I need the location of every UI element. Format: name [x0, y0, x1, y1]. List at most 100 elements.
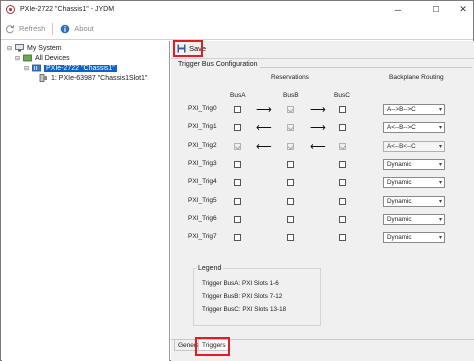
tree-item-all-devices[interactable]: ⊟ All Devices [14, 53, 70, 63]
collapse-icon[interactable]: ⊟ [14, 55, 21, 62]
bus-c-checkbox[interactable] [339, 106, 346, 113]
module-icon [39, 74, 48, 82]
bus-c-checkbox[interactable] [339, 143, 346, 150]
close-button[interactable]: ✕ [449, 1, 474, 18]
chevron-down-icon: ▾ [438, 144, 442, 150]
bus-b-checkbox[interactable] [287, 124, 294, 131]
bus-c-checkbox[interactable] [339, 198, 346, 205]
refresh-icon [5, 24, 15, 34]
computer-icon [15, 44, 24, 52]
panel-separator [171, 58, 474, 59]
tree-item-label: 1: PXIe-63987 "Chassis1Slot1" [51, 74, 148, 82]
legend-item: Trigger BusA: PXI Slots 1-6 [202, 280, 279, 287]
triggers-tab-highlight-outline [195, 337, 230, 356]
bus-a-checkbox[interactable] [234, 106, 241, 113]
bus-b-checkbox[interactable] [287, 143, 294, 150]
trigger-row-label: PXI_Trig4 [188, 178, 217, 185]
tree-item-label: All Devices [35, 54, 70, 62]
backplane-routing-dropdown[interactable]: A-->B-->C ▾ [383, 104, 445, 115]
backplane-routing-dropdown[interactable]: Dynamic ▾ [383, 196, 445, 207]
tree-item-slot1-module[interactable]: 1: PXIe-63987 "Chassis1Slot1" [39, 73, 147, 83]
chevron-down-icon: ▾ [438, 180, 442, 186]
devices-icon [23, 54, 32, 62]
legend-title: Legend [196, 265, 224, 272]
legend-item: Trigger BusB: PXI Slots 7-12 [202, 293, 283, 300]
bus-b-checkbox[interactable] [287, 161, 294, 168]
bus-b-checkbox[interactable] [287, 198, 294, 205]
route-arrow-icon: ⟶ [310, 122, 326, 134]
dropdown-value: A<--B<--C [387, 143, 416, 150]
route-arrow-icon: ⟵ [256, 141, 272, 153]
bus-a-checkbox[interactable] [234, 143, 241, 150]
backplane-routing-dropdown[interactable]: Dynamic ▾ [383, 159, 445, 170]
bus-a-checkbox[interactable] [234, 179, 241, 186]
group-title: Trigger Bus Configuration [176, 61, 260, 68]
dropdown-value: Dynamic [387, 198, 412, 205]
chevron-down-icon: ▾ [438, 217, 442, 223]
maximize-button[interactable]: ☐ [422, 1, 450, 18]
bus-a-header: BusA [230, 92, 246, 99]
collapse-icon[interactable]: ⊟ [6, 45, 13, 52]
bus-c-checkbox[interactable] [339, 234, 346, 241]
legend-item: Trigger BusC: PXI Slots 13-18 [202, 306, 287, 313]
tree-item-chassis1[interactable]: ⊟ PXIe-2722 "Chassis1" [23, 63, 117, 73]
tree-item-label: My System [27, 44, 62, 52]
bus-c-checkbox[interactable] [339, 216, 346, 223]
bus-b-checkbox[interactable] [287, 234, 294, 241]
trigger-row-label: PXI_Trig7 [188, 233, 217, 240]
bus-b-checkbox[interactable] [287, 179, 294, 186]
tree-item-label: PXIe-2722 "Chassis1" [44, 64, 117, 72]
chassis-icon [32, 64, 41, 72]
bus-a-checkbox[interactable] [234, 124, 241, 131]
dropdown-value: Dynamic [387, 216, 412, 223]
info-icon [60, 24, 70, 34]
application-window: PXIe-2722 "Chassis1" - JYDM ─ ☐ ✕ Refres… [0, 0, 474, 361]
bus-c-checkbox[interactable] [339, 179, 346, 186]
save-highlight-outline [173, 40, 203, 57]
chevron-down-icon: ▾ [438, 162, 442, 168]
backplane-routing-dropdown[interactable]: Dynamic ▾ [383, 177, 445, 188]
bus-b-header: BusB [283, 92, 299, 99]
bus-a-checkbox[interactable] [234, 234, 241, 241]
trigger-row-label: PXI_Trig2 [188, 142, 217, 149]
about-label: About [74, 24, 94, 33]
reservations-header: Reservations [271, 74, 309, 81]
bus-b-checkbox[interactable] [287, 106, 294, 113]
trigger-row-label: PXI_Trig6 [188, 215, 217, 222]
collapse-icon[interactable]: ⊟ [23, 65, 30, 72]
dropdown-value: Dynamic [387, 161, 412, 168]
chevron-down-icon: ▾ [438, 125, 442, 131]
dropdown-value: Dynamic [387, 234, 412, 241]
app-logo-icon [6, 5, 15, 14]
toolbar: Refresh About [1, 18, 473, 40]
minimize-button[interactable]: ─ [384, 1, 412, 18]
bus-c-checkbox[interactable] [339, 161, 346, 168]
route-arrow-icon: ⟵ [310, 141, 326, 153]
trigger-row-label: PXI_Trig1 [188, 123, 217, 130]
about-button[interactable]: About [56, 20, 98, 38]
route-arrow-icon: ⟶ [310, 104, 326, 116]
dropdown-value: Dynamic [387, 179, 412, 186]
tree-item-my-system[interactable]: ⊟ My System [6, 43, 62, 53]
bus-a-checkbox[interactable] [234, 198, 241, 205]
device-tree: ⊟ My System ⊟ All Devices ⊟ PXIe-2722 "C… [2, 41, 170, 361]
backplane-routing-header: Backplane Routing [389, 74, 444, 81]
route-arrow-icon: ⟵ [256, 122, 272, 134]
trigger-row-label: PXI_Trig3 [188, 160, 217, 167]
device-settings-panel: Save Trigger Bus Configuration Reservati… [171, 40, 474, 361]
bus-a-checkbox[interactable] [234, 216, 241, 223]
backplane-routing-dropdown[interactable]: Dynamic ▾ [383, 232, 445, 243]
backplane-routing-dropdown[interactable]: Dynamic ▾ [383, 214, 445, 225]
window-title: PXIe-2722 "Chassis1" - JYDM [20, 6, 115, 13]
refresh-button[interactable]: Refresh [1, 20, 49, 38]
bus-b-checkbox[interactable] [287, 216, 294, 223]
chevron-down-icon: ▾ [438, 235, 442, 241]
bus-c-header: BusC [334, 92, 350, 99]
backplane-routing-dropdown[interactable]: A<--B-->C ▾ [383, 122, 445, 133]
bus-a-checkbox[interactable] [234, 161, 241, 168]
bus-c-checkbox[interactable] [339, 124, 346, 131]
tab-strip: General Triggers [171, 337, 474, 361]
route-arrow-icon: ⟶ [256, 104, 272, 116]
trigger-row-label: PXI_Trig0 [188, 105, 217, 112]
backplane-routing-dropdown[interactable]: A<--B<--C ▾ [383, 141, 445, 152]
